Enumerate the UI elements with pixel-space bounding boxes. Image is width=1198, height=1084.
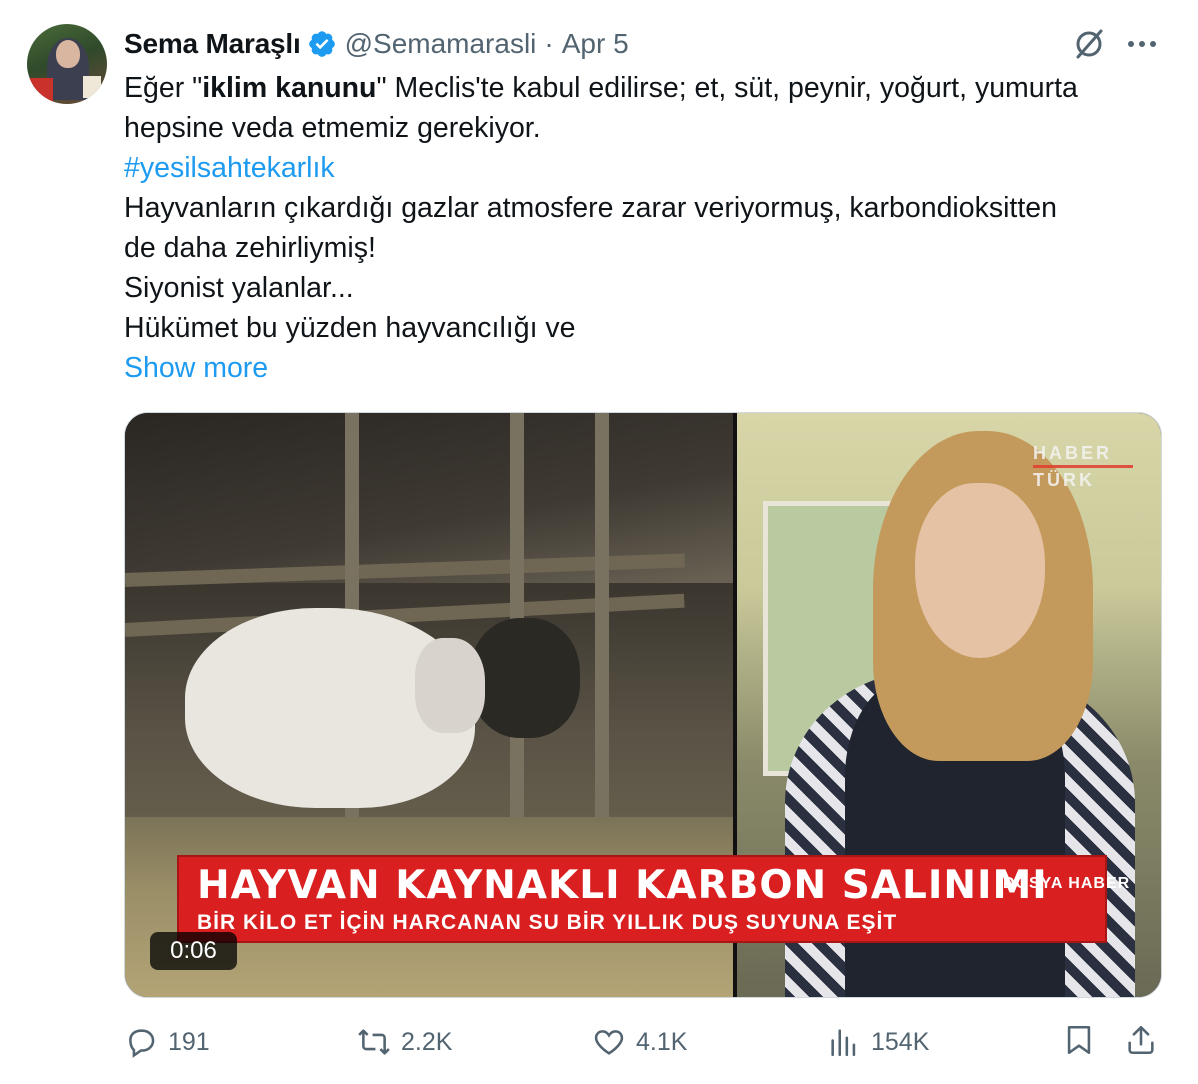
author-handle[interactable]: @Semamarasli xyxy=(345,28,537,60)
bookmark-icon[interactable] xyxy=(1062,1022,1096,1058)
more-icon[interactable] xyxy=(1122,30,1162,58)
share-icon[interactable] xyxy=(1124,1022,1158,1058)
repost-button[interactable]: 2.2K xyxy=(357,1020,452,1064)
news-banner: HAYVAN KAYNAKLI KARBON SALINIMI DOSYA HA… xyxy=(177,855,1129,943)
views-count: 154K xyxy=(871,1027,930,1056)
hashtag-link[interactable]: #yesilsahtekarlık xyxy=(124,152,335,184)
tweet-text: Eğer "iklim kanunu" Meclis'te kabul edil… xyxy=(124,68,1174,388)
action-bar: 191 2.2K 4.1K 154K xyxy=(0,1020,1198,1064)
channel-logo: HABER TÜRK xyxy=(1033,443,1143,490)
tweet-line-1: Eğer "iklim kanunu" Meclis'te kabul edil… xyxy=(124,72,1078,104)
avatar-paper xyxy=(83,76,101,98)
banner-subtitle: BİR KİLO ET İÇİN HARCANAN SU BİR YILLIK … xyxy=(197,911,898,934)
reply-button[interactable]: 191 xyxy=(124,1020,210,1064)
verified-badge-icon xyxy=(308,31,335,57)
tweet-date[interactable]: Apr 5 xyxy=(562,28,629,60)
avatar-background xyxy=(27,78,53,104)
avatar-face xyxy=(56,40,80,68)
like-button[interactable]: 4.1K xyxy=(592,1020,687,1064)
views-icon xyxy=(831,1029,856,1057)
video-cow-head xyxy=(415,638,485,733)
tweet-line-6: Siyonist yalanlar... xyxy=(124,272,354,304)
like-icon xyxy=(594,1030,624,1055)
tweet-bold-phrase: iklim kanunu xyxy=(202,72,377,104)
author-name[interactable]: Sema Maraşlı xyxy=(124,28,301,60)
tweet-line-4: Hayvanların çıkardığı gazlar atmosfere z… xyxy=(124,192,1057,224)
reply-count: 191 xyxy=(168,1027,210,1056)
tweet-line-2: hepsine veda etmemiz gerekiyor. xyxy=(124,112,541,144)
video-duration: 0:06 xyxy=(150,932,237,970)
banner-title: HAYVAN KAYNAKLI KARBON SALINIMI xyxy=(197,863,1048,908)
separator-dot: · xyxy=(544,28,554,59)
repost-icon xyxy=(358,1029,390,1055)
repost-count: 2.2K xyxy=(401,1027,453,1056)
avatar[interactable] xyxy=(27,24,107,104)
video-player[interactable]: HABER TÜRK HAYVAN KAYNAKLI KARBON SALINI… xyxy=(124,412,1162,998)
video-dark-cow xyxy=(470,618,580,738)
tweet-header: Sema Maraşlı @Semamarasli · Apr 5 xyxy=(124,26,629,62)
grok-icon[interactable] xyxy=(1071,28,1107,60)
tweet-line-7: Hükümet bu yüzden hayvancılığı ve xyxy=(124,312,576,344)
tweet-line-5: de daha zehirliymiş! xyxy=(124,232,376,264)
show-more-link[interactable]: Show more xyxy=(124,352,268,384)
reply-icon xyxy=(129,1029,155,1058)
views-button[interactable]: 154K xyxy=(827,1020,929,1064)
banner-tag: DOSYA HABER xyxy=(1003,875,1131,892)
like-count: 4.1K xyxy=(636,1027,688,1056)
barn-post xyxy=(595,413,609,883)
video-face xyxy=(915,483,1045,658)
